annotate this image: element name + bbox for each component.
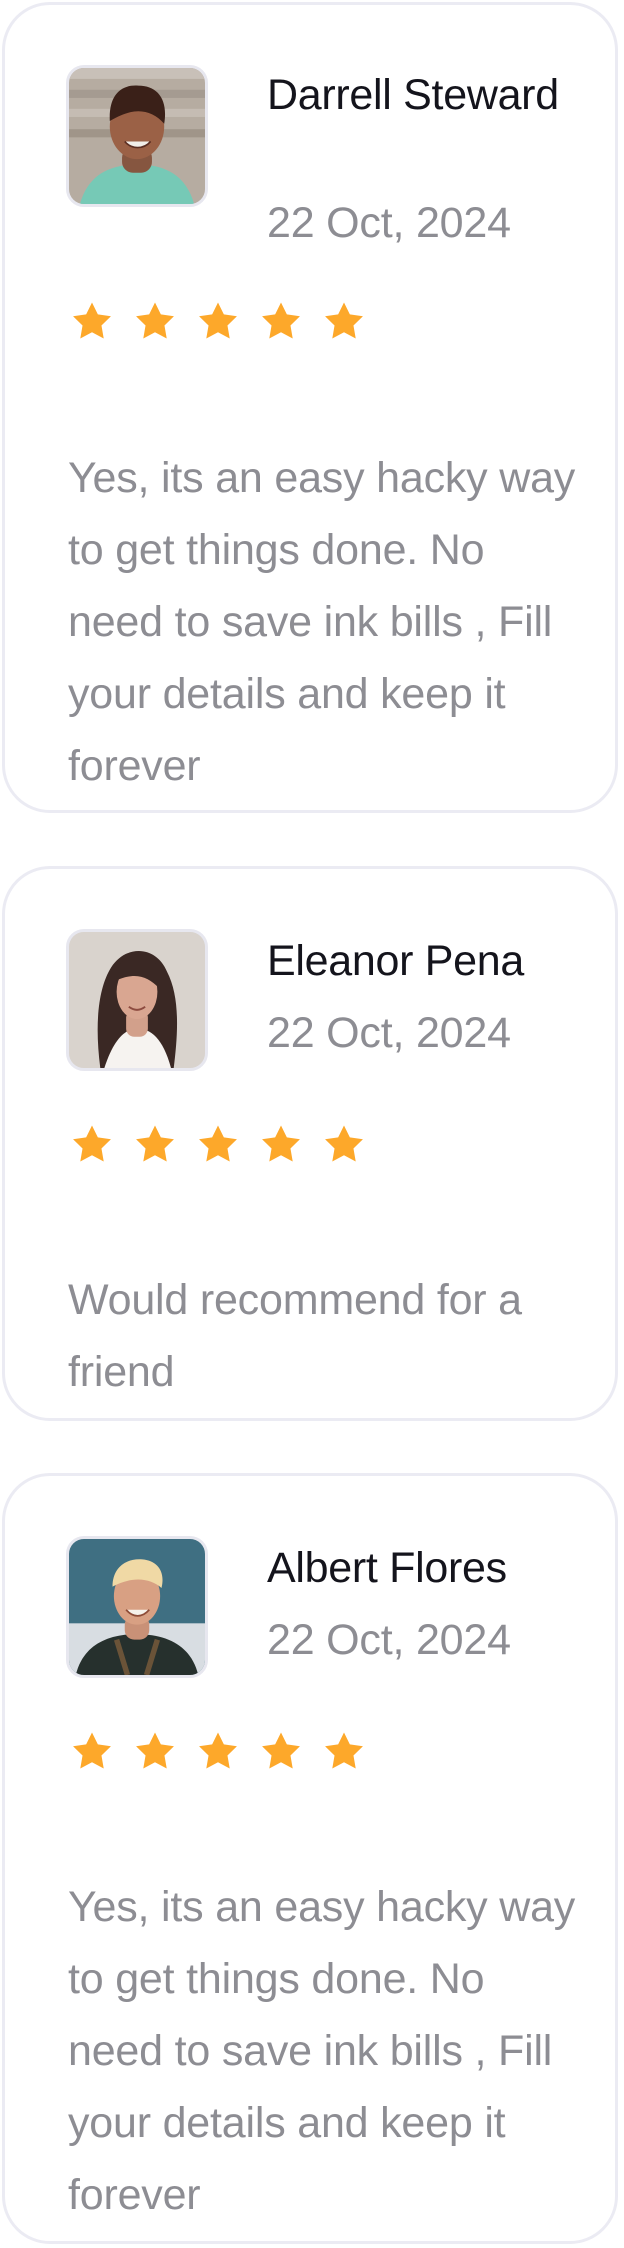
review-text: Would recommend for a friend bbox=[68, 1276, 522, 1396]
review-text: Yes, its an easy hacky way to get things… bbox=[68, 1883, 576, 2219]
star-icon bbox=[73, 1125, 111, 1162]
star-icon bbox=[73, 302, 111, 339]
star-icon bbox=[136, 1732, 174, 1769]
star-icon bbox=[199, 1125, 237, 1162]
star-icon bbox=[325, 1125, 363, 1162]
star-rating bbox=[69, 299, 367, 347]
star-icon bbox=[136, 302, 174, 339]
review-date: 22 Oct, 2024 bbox=[267, 1616, 511, 1664]
star-icon bbox=[262, 1125, 300, 1162]
star-icon bbox=[199, 1732, 237, 1769]
star-icon bbox=[199, 302, 237, 339]
avatar bbox=[66, 1536, 208, 1678]
star-icon bbox=[73, 1732, 111, 1769]
review-date: 22 Oct, 2024 bbox=[267, 1009, 511, 1057]
reviewer-name: Eleanor Pena bbox=[267, 937, 524, 985]
reviewer-name: Darrell Steward bbox=[267, 71, 559, 119]
star-icon bbox=[325, 302, 363, 339]
avatar-photo bbox=[69, 68, 205, 204]
review-card: Albert Flores 22 Oct, 2024 Yes, its an e… bbox=[2, 1473, 618, 2244]
avatar bbox=[66, 65, 208, 207]
star-icon bbox=[262, 302, 300, 339]
review-date: 22 Oct, 2024 bbox=[267, 199, 511, 247]
star-icon bbox=[325, 1732, 363, 1769]
star-rating bbox=[69, 1729, 367, 1777]
star-rating bbox=[69, 1122, 367, 1170]
avatar bbox=[66, 929, 208, 1071]
review-card: Eleanor Pena 22 Oct, 2024 Would recommen… bbox=[2, 866, 618, 1421]
reviewer-name: Albert Flores bbox=[267, 1544, 507, 1592]
star-icon bbox=[262, 1732, 300, 1769]
star-icon bbox=[136, 1125, 174, 1162]
review-text: Yes, its an easy hacky way to get things… bbox=[68, 454, 576, 790]
avatar-photo bbox=[69, 1539, 205, 1675]
avatar-photo bbox=[69, 932, 205, 1068]
review-card: Darrell Steward 22 Oct, 2024 Yes, its an… bbox=[2, 2, 618, 813]
